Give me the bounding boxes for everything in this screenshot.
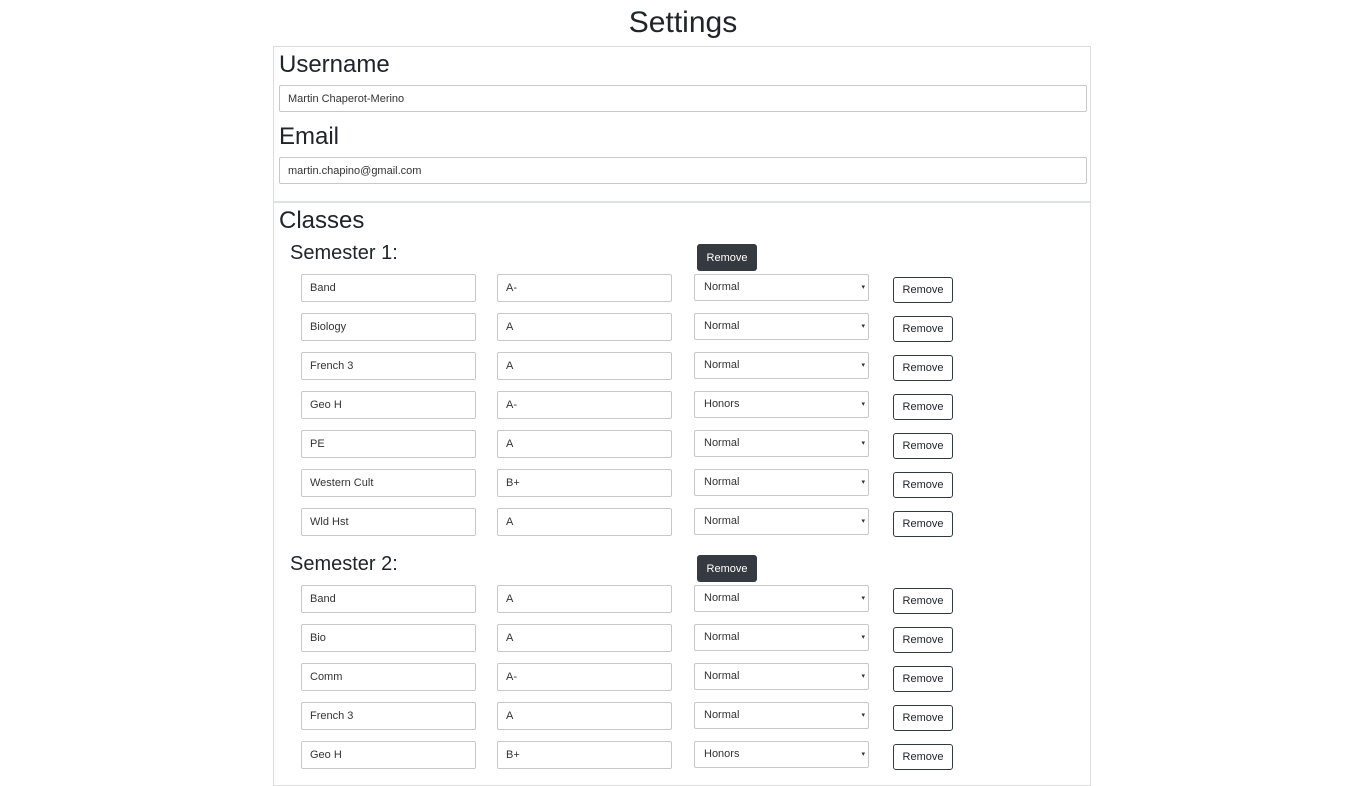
class-row: Normal ▾ Remove xyxy=(274,508,1090,538)
class-name-input[interactable] xyxy=(301,741,476,769)
classes-heading: Classes xyxy=(279,207,365,234)
class-level-value: Normal xyxy=(704,320,740,332)
class-level-select[interactable]: Normal ▾ xyxy=(694,313,869,340)
class-row: Honors ▾ Remove xyxy=(274,741,1090,771)
username-input[interactable] xyxy=(279,85,1087,112)
class-row: Normal ▾ Remove xyxy=(274,469,1090,499)
class-grade-input[interactable] xyxy=(497,702,672,730)
class-level-select[interactable]: Honors ▾ xyxy=(694,741,869,768)
remove-class-button[interactable]: Remove xyxy=(893,316,953,342)
class-row: Normal ▾ Remove xyxy=(274,663,1090,693)
class-row: Honors ▾ Remove xyxy=(274,391,1090,421)
class-name-input[interactable] xyxy=(301,391,476,419)
class-level-value: Normal xyxy=(704,515,740,527)
class-grade-input[interactable] xyxy=(497,741,672,769)
class-level-value: Normal xyxy=(704,359,740,371)
dropdown-arrow-icon: ▾ xyxy=(861,440,865,447)
class-level-select[interactable]: Normal ▾ xyxy=(694,624,869,651)
remove-class-button[interactable]: Remove xyxy=(893,394,953,420)
class-level-select[interactable]: Normal ▾ xyxy=(694,274,869,301)
email-heading: Email xyxy=(279,123,340,150)
remove-class-button[interactable]: Remove xyxy=(893,588,953,614)
class-level-value: Honors xyxy=(704,398,740,410)
class-grade-input[interactable] xyxy=(497,508,672,536)
dropdown-arrow-icon: ▾ xyxy=(861,673,865,680)
class-row: Normal ▾ Remove xyxy=(274,430,1090,460)
dropdown-arrow-icon: ▾ xyxy=(861,595,865,602)
dropdown-arrow-icon: ▾ xyxy=(861,401,865,408)
class-level-select[interactable]: Honors ▾ xyxy=(694,391,869,418)
remove-class-button[interactable]: Remove xyxy=(893,277,953,303)
class-name-input[interactable] xyxy=(301,624,476,652)
class-name-input[interactable] xyxy=(301,508,476,536)
class-level-select[interactable]: Normal ▾ xyxy=(694,508,869,535)
class-row: Normal ▾ Remove xyxy=(274,352,1090,382)
remove-semester-button[interactable]: Remove xyxy=(697,555,757,582)
class-grade-input[interactable] xyxy=(497,313,672,341)
dropdown-arrow-icon: ▾ xyxy=(861,284,865,291)
remove-class-button[interactable]: Remove xyxy=(893,744,953,770)
dropdown-arrow-icon: ▾ xyxy=(861,323,865,330)
class-row: Normal ▾ Remove xyxy=(274,313,1090,343)
remove-class-button[interactable]: Remove xyxy=(893,433,953,459)
class-level-select[interactable]: Normal ▾ xyxy=(694,352,869,379)
class-level-value: Normal xyxy=(704,670,740,682)
remove-class-button[interactable]: Remove xyxy=(893,627,953,653)
class-level-select[interactable]: Normal ▾ xyxy=(694,585,869,612)
dropdown-arrow-icon: ▾ xyxy=(861,362,865,369)
class-name-input[interactable] xyxy=(301,313,476,341)
class-row: Normal ▾ Remove xyxy=(274,624,1090,654)
class-grade-input[interactable] xyxy=(497,624,672,652)
class-level-value: Normal xyxy=(704,709,740,721)
class-grade-input[interactable] xyxy=(497,352,672,380)
remove-class-button[interactable]: Remove xyxy=(893,666,953,692)
dropdown-arrow-icon: ▾ xyxy=(861,751,865,758)
remove-class-button[interactable]: Remove xyxy=(893,472,953,498)
class-level-value: Normal xyxy=(704,437,740,449)
class-level-select[interactable]: Normal ▾ xyxy=(694,702,869,729)
class-name-input[interactable] xyxy=(301,430,476,458)
class-level-select[interactable]: Normal ▾ xyxy=(694,469,869,496)
class-level-select[interactable]: Normal ▾ xyxy=(694,430,869,457)
dropdown-arrow-icon: ▾ xyxy=(861,634,865,641)
class-level-value: Normal xyxy=(704,281,740,293)
class-name-input[interactable] xyxy=(301,585,476,613)
class-name-input[interactable] xyxy=(301,469,476,497)
remove-class-button[interactable]: Remove xyxy=(893,705,953,731)
semester-title: Semester 2: xyxy=(290,553,398,575)
class-name-input[interactable] xyxy=(301,663,476,691)
class-level-value: Normal xyxy=(704,631,740,643)
class-grade-input[interactable] xyxy=(497,469,672,497)
dropdown-arrow-icon: ▾ xyxy=(861,518,865,525)
username-heading: Username xyxy=(279,51,390,78)
class-row: Normal ▾ Remove xyxy=(274,585,1090,615)
class-name-input[interactable] xyxy=(301,702,476,730)
class-grade-input[interactable] xyxy=(497,663,672,691)
class-name-input[interactable] xyxy=(301,352,476,380)
class-grade-input[interactable] xyxy=(497,274,672,302)
remove-class-button[interactable]: Remove xyxy=(893,355,953,381)
class-grade-input[interactable] xyxy=(497,585,672,613)
class-grade-input[interactable] xyxy=(497,430,672,458)
class-level-value: Honors xyxy=(704,748,740,760)
remove-semester-button[interactable]: Remove xyxy=(697,244,757,271)
dropdown-arrow-icon: ▾ xyxy=(861,712,865,719)
email-input[interactable] xyxy=(279,157,1087,184)
class-row: Normal ▾ Remove xyxy=(274,702,1090,732)
settings-card: Username Email Classes Semester 1: Remove… xyxy=(273,46,1091,786)
section-divider xyxy=(274,201,1090,203)
class-name-input[interactable] xyxy=(301,274,476,302)
class-level-value: Normal xyxy=(704,592,740,604)
dropdown-arrow-icon: ▾ xyxy=(861,479,865,486)
class-level-select[interactable]: Normal ▾ xyxy=(694,663,869,690)
remove-class-button[interactable]: Remove xyxy=(893,511,953,537)
page-title: Settings xyxy=(628,6,738,39)
class-level-value: Normal xyxy=(704,476,740,488)
class-grade-input[interactable] xyxy=(497,391,672,419)
semester-title: Semester 1: xyxy=(290,242,398,264)
class-row: Normal ▾ Remove xyxy=(274,274,1090,304)
